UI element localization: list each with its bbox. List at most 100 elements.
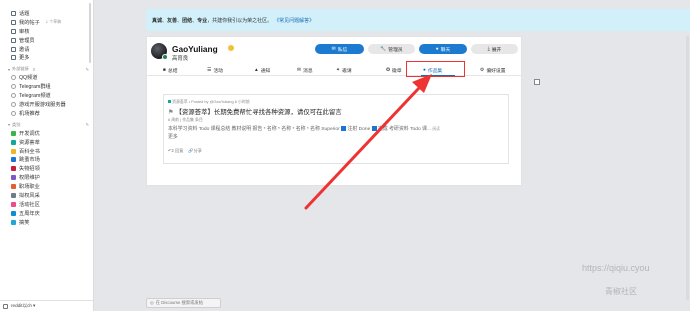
sidebar-item-label: 搞笑 [19, 219, 30, 226]
sidebar-item[interactable]: 失物招领 [0, 164, 93, 173]
sidebar-item-label: 五周年庆 [19, 210, 40, 217]
reply-count[interactable]: ↶2 回复 [168, 148, 183, 154]
badge-icon: ✪ [386, 68, 391, 73]
category-square-icon [11, 210, 16, 216]
page-scrollbar[interactable] [686, 36, 689, 300]
read-more-link[interactable]: 更多 [168, 133, 178, 140]
sidebar-item[interactable]: 我的帖子 1 个草稿 [0, 18, 93, 27]
status-badge [162, 54, 168, 60]
sidebar-external-links: QQ频道 Telegram群组 Telegram频道 游戏开服游戏服务器 机场推荐 [0, 73, 93, 117]
admin-icon [11, 37, 16, 43]
sidebar-footer[interactable]: reddit以ch ▾ [0, 300, 93, 311]
category-square-icon [11, 157, 16, 163]
sidebar-item[interactable]: 邀请 [0, 45, 93, 54]
faq-link[interactable]: 《常见问题解答》 [274, 17, 314, 24]
sidebar-item-label: 失物招领 [19, 166, 40, 173]
tab-summary[interactable]: ■ 总结 [163, 67, 178, 74]
edit-icon[interactable]: ✎ [85, 67, 89, 72]
envelope-icon: ✉ [331, 46, 336, 52]
sidebar-item[interactable]: 职场职业 [0, 182, 93, 191]
sidebar-categories: 开发调优 资源荟萃 百科全书 跳蚤市场失物招领权限维护 职场职业 拟权风采 活动社区 五周年庆… [0, 129, 93, 227]
sidebar-item[interactable]: 机场推荐 [0, 109, 93, 118]
watermark-name: 青椒社区 [605, 287, 637, 296]
sidebar-item-label: 邀请 [19, 46, 30, 53]
post-meta: 资源荟萃 • Posted by @GaoYuliang 6 小时前 [168, 99, 250, 105]
link-icon [11, 84, 16, 90]
sidebar-item-label: 跳蚤市场 [19, 157, 40, 164]
sidebar-item[interactable]: 权限维护 [0, 173, 93, 182]
category-square-icon [11, 192, 16, 198]
sidebar-item[interactable]: 搞笑 [0, 218, 93, 227]
sidebar-item[interactable]: 开发调优 [0, 129, 93, 138]
tab-preferences[interactable]: ⚙ 偏好设置 [480, 67, 506, 74]
activity-icon: ☰ [207, 68, 212, 73]
share-button[interactable]: 🔗分享 [188, 148, 202, 154]
sidebar-item[interactable]: 游戏开服游戏服务器 [0, 100, 93, 109]
tab-invites[interactable]: ✦ 邀请 [336, 67, 352, 74]
sidebar-item-label: 话题 [19, 10, 30, 17]
sidebar-item[interactable]: 五周年庆 [0, 209, 93, 218]
sidebar-section-categories[interactable]: ▾ 类别 ✎ [0, 121, 93, 129]
tab-badges[interactable]: ✪ 徽章 [386, 67, 402, 74]
topics-icon [11, 10, 16, 16]
envelope-icon: ✉ [297, 68, 302, 73]
sidebar-item[interactable]: 审核 [0, 27, 93, 36]
sidebar-item[interactable]: 话题 [0, 9, 93, 18]
message-button[interactable]: ✉ 私信 [315, 44, 364, 54]
category-square-icon [11, 219, 16, 225]
post-title[interactable]: ⚑ 【资源荟萃】长期免费帮忙寻找各种资源，请仅可在此留言 [168, 107, 342, 116]
category-square-icon [11, 130, 16, 136]
link-icon [11, 93, 16, 99]
banner-word: 真诚 [152, 17, 163, 24]
caret-down-icon[interactable]: ▾ [8, 67, 10, 72]
sidebar-item[interactable]: Telegram频道 [0, 91, 93, 100]
sidebar-item-label: 更多 [19, 55, 30, 62]
post-excerpt: 本科学习资料 Todo 课程总结 教材说明 报告 * 名称 * 名称 * 名称 … [168, 126, 440, 132]
sidebar-item[interactable]: Telegram群组 [0, 82, 93, 91]
invite-icon [11, 46, 16, 52]
sidebar-section-external-links[interactable]: ▾ 外部链接 0 ✎ [0, 65, 93, 73]
category-square-icon [11, 139, 16, 145]
sidebar-item[interactable]: 活动社区 [0, 200, 93, 209]
chat-button[interactable]: ● 聊天 [419, 44, 467, 54]
chevron-down-icon: ⤓ [487, 47, 490, 52]
category-square-icon [11, 148, 16, 154]
sidebar-item[interactable]: QQ频道 [0, 73, 93, 82]
post-actions: ↶2 回复 🔗分享 [168, 148, 202, 154]
chat-bubble-icon: ● [435, 46, 439, 52]
sidebar-item[interactable]: 管理员 [0, 36, 93, 45]
link-icon [11, 75, 16, 81]
composer-bar[interactable]: ◎ 在 Discourse 搜索或发帖 [146, 298, 221, 308]
link-icon [11, 110, 16, 116]
sidebar-item-label: 机场推荐 [19, 110, 40, 117]
sidebar-item[interactable]: 拟权风采 [0, 191, 93, 200]
tab-messages[interactable]: ✉ 消息 [297, 67, 313, 74]
category-icon [168, 100, 171, 104]
sidebar-item-label: 权限维护 [19, 175, 40, 182]
tab-notifications[interactable]: ▲ 通知 [254, 67, 270, 74]
window-icon [534, 79, 540, 85]
sidebar-item-label: 审核 [19, 28, 30, 35]
sidebar-item-label: Telegram群组 [19, 84, 51, 91]
sidebar-item[interactable]: 资源荟萃 [0, 138, 93, 147]
expand-button[interactable]: ⤓ 展开 [471, 44, 518, 54]
admin-button[interactable]: 🔧 管理员 [368, 44, 415, 54]
review-icon [11, 28, 16, 34]
banner-word: 专业 [197, 17, 208, 24]
draft-count-badge: 1 个草稿 [45, 19, 62, 25]
play-icon [371, 126, 377, 132]
sidebar-item[interactable]: 百科全书 [0, 147, 93, 156]
wrench-icon: 🔧 [380, 46, 387, 52]
play-icon [341, 126, 347, 132]
sidebar-item[interactable]: 跳蚤市场 [0, 155, 93, 164]
portfolio-post-item[interactable]: 资源荟萃 • Posted by @GaoYuliang 6 小时前 ⚑ 【资源… [163, 94, 509, 164]
annotation-highlight-box [406, 61, 465, 77]
user-full-name: 高育良 [172, 56, 189, 62]
caret-down-icon[interactable]: ▾ [8, 122, 10, 127]
username: GaoYuliang [172, 44, 218, 54]
circle-icon: ◎ [150, 300, 154, 305]
tab-activity[interactable]: ☰ 活动 [207, 67, 223, 74]
sidebar-item[interactable]: 更多 [0, 53, 93, 62]
edit-icon[interactable]: ✎ [85, 122, 89, 127]
sidebar-scrollbar[interactable] [89, 3, 91, 63]
